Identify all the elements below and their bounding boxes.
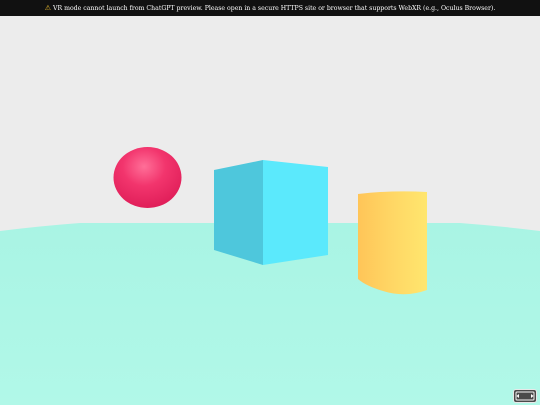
vr-scene-viewport[interactable]: ⚠ VR mode cannot launch from ChatGPT prev… — [0, 0, 540, 405]
webxr-warning-banner: ⚠ VR mode cannot launch from ChatGPT prev… — [0, 0, 540, 16]
cylinder-object[interactable] — [358, 191, 427, 295]
cube-object[interactable] — [214, 160, 328, 265]
3d-scene-canvas[interactable] — [0, 0, 540, 405]
enter-vr-button[interactable] — [513, 388, 537, 403]
vr-headset-icon — [513, 389, 537, 403]
cube-right-face — [263, 160, 328, 265]
warning-icon: ⚠ — [44, 4, 51, 12]
cylinder-body — [358, 191, 427, 295]
cube-front-face — [214, 160, 263, 265]
warning-text: VR mode cannot launch from ChatGPT previ… — [52, 5, 496, 12]
sphere-object[interactable] — [113, 147, 182, 208]
